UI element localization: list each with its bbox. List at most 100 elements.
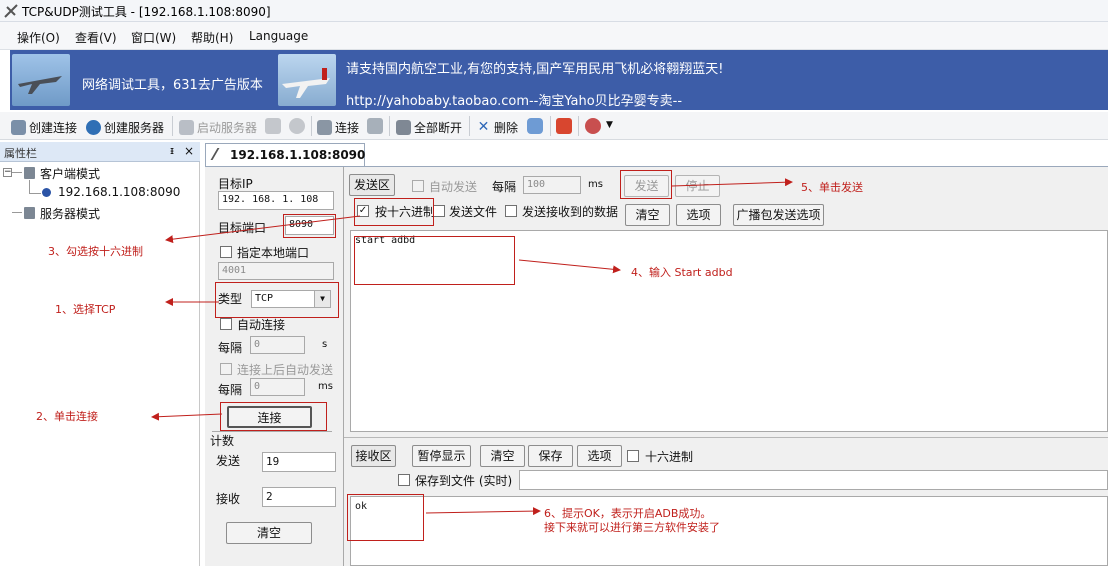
send-interval-unit: ms <box>588 179 603 190</box>
counter-clear-button[interactable]: 清空 <box>226 522 312 544</box>
recv-save-button[interactable]: 保存 <box>528 445 573 467</box>
local-port-checkbox[interactable] <box>220 246 232 258</box>
close-circle-icon[interactable] <box>289 118 305 134</box>
auto-send-after-connect-label: 连接上后自动发送 <box>237 363 334 377</box>
broadcast-options-button[interactable]: 广播包发送选项 <box>733 204 824 226</box>
pin-icon[interactable]: ᵻ <box>170 144 174 157</box>
send-clear-button[interactable]: 清空 <box>625 204 670 226</box>
tab-connection[interactable]: 192.168.1.108:8090 <box>205 143 365 166</box>
menu-bar: 操作(O) 查看(V) 窗口(W) 帮助(H) Language <box>0 22 1108 50</box>
ad-banner[interactable]: 网络调试工具，631去广告版本 请支持国内航空工业,有您的支持,国产军用民用飞机… <box>10 50 1108 110</box>
delete-icon: ✕ <box>477 119 490 135</box>
recv-hex-label: 十六进制 <box>645 450 694 464</box>
server-icon <box>179 120 194 135</box>
local-port-label: 指定本地端口 <box>237 246 310 260</box>
menu-view[interactable]: 查看(V) <box>75 29 117 46</box>
close-icon[interactable]: × <box>184 144 194 158</box>
tools-icon[interactable] <box>585 118 601 134</box>
disconnect-all-button[interactable]: 全部断开 <box>396 119 462 136</box>
target-ip-input[interactable]: 192. 168. 1. 108 <box>218 191 334 210</box>
save-file-path-input[interactable] <box>519 470 1108 490</box>
connect-toolbar-label: 连接 <box>335 121 360 135</box>
property-pane-header: 属性栏 ᵻ × <box>0 142 200 162</box>
recv-area-label: 接收区 <box>351 445 396 467</box>
recv-options-button[interactable]: 选项 <box>577 445 622 467</box>
globe-icon <box>86 120 101 135</box>
toolbar: 创建连接 创建服务器 启动服务器 连接 全部断开 ✕ 删除 ▼ <box>0 112 1108 140</box>
send-interval-label: 每隔 <box>492 180 517 194</box>
send-options-button[interactable]: 选项 <box>676 204 721 226</box>
connection-icon <box>11 120 26 135</box>
options-icon[interactable] <box>527 118 543 134</box>
target-ip-label: 目标IP <box>218 177 253 191</box>
interval-unit-s: s <box>322 339 328 350</box>
start-server-button[interactable]: 启动服务器 <box>179 119 257 136</box>
toolbar-separator <box>389 116 390 136</box>
recv-clear-button[interactable]: 清空 <box>480 445 525 467</box>
stop-icon[interactable] <box>556 118 572 134</box>
toolbar-separator <box>469 116 470 136</box>
interval-unit-ms: ms <box>318 381 333 392</box>
annotation-step4: 4、输入 Start adbd <box>631 266 733 279</box>
send-recv-splitter[interactable] <box>344 437 1108 438</box>
send-received-label: 发送接收到的数据 <box>522 205 619 219</box>
connection-tab-icon <box>210 148 230 160</box>
stop-button[interactable]: 停止 <box>675 175 720 197</box>
annotation-step5: 5、单击发送 <box>801 181 863 194</box>
annotation-step1: 1、选择TCP <box>55 303 116 316</box>
save-to-file-checkbox[interactable] <box>398 474 410 486</box>
menu-language[interactable]: Language <box>249 29 308 43</box>
recv-count-label: 接收 <box>216 492 241 506</box>
title-bar: TCP&UDP测试工具 - [192.168.1.108:8090] <box>0 0 1108 22</box>
interval-label: 每隔 <box>218 341 243 355</box>
tree-line <box>29 193 41 194</box>
window-title: TCP&UDP测试工具 - [192.168.1.108:8090] <box>22 5 271 19</box>
connect-toolbar-button[interactable]: 连接 <box>317 119 359 136</box>
collapse-icon[interactable]: − <box>3 168 12 177</box>
tab-connection-label: 192.168.1.108:8090 <box>230 148 366 162</box>
menu-operate[interactable]: 操作(O) <box>17 29 60 46</box>
computer-icon <box>24 167 35 179</box>
send-count-value: 19 <box>262 452 336 472</box>
delete-button[interactable]: ✕ 删除 <box>476 119 518 136</box>
send-file-checkbox[interactable] <box>433 205 445 217</box>
auto-connect-interval-input[interactable]: 0 <box>250 336 305 354</box>
local-port-input[interactable]: 4001 <box>218 262 334 280</box>
send-file-label: 发送文件 <box>449 205 498 219</box>
toolbar-overflow-icon[interactable]: ▼ <box>606 120 613 130</box>
send-received-checkbox[interactable] <box>505 205 517 217</box>
splitter[interactable] <box>343 167 344 566</box>
auto-send-label: 自动发送 <box>429 180 478 194</box>
pause-display-button[interactable]: 暂停显示 <box>412 445 471 467</box>
tree-connection-item[interactable]: 192.168.1.108:8090 <box>58 185 180 199</box>
recv-textarea: ok <box>350 496 1108 566</box>
tab-strip: 192.168.1.108:8090 <box>205 142 1108 166</box>
save-to-file-label: 保存到文件 (实时) <box>415 474 513 488</box>
tree-client-mode[interactable]: 客户端模式 <box>40 165 100 182</box>
menu-help[interactable]: 帮助(H) <box>191 29 233 46</box>
send-area-label: 发送区 <box>349 174 395 196</box>
toolbar-separator <box>550 116 551 136</box>
auto-send-after-connect-checkbox[interactable] <box>220 363 232 375</box>
tree-server-mode[interactable]: 服务器模式 <box>40 205 100 222</box>
stop-server-icon[interactable] <box>265 118 281 134</box>
recv-count-value: 2 <box>262 487 336 507</box>
banner-left-text: 网络调试工具，631去广告版本 <box>82 78 263 93</box>
disconnect-all-label: 全部断开 <box>414 121 463 135</box>
toolbar-separator <box>578 116 579 136</box>
auto-send-interval-input[interactable]: 0 <box>250 378 305 396</box>
auto-send-checkbox[interactable] <box>412 180 424 192</box>
auto-connect-checkbox[interactable] <box>220 318 232 330</box>
send-interval-input[interactable]: 100 <box>523 176 581 194</box>
interval2-label: 每隔 <box>218 383 243 397</box>
target-port-label: 目标端口 <box>218 221 267 235</box>
menu-window[interactable]: 窗口(W) <box>131 29 176 46</box>
create-connection-button[interactable]: 创建连接 <box>11 119 77 136</box>
tree-line <box>29 180 30 194</box>
banner-right-line2: http://yahobaby.taobao.com--淘宝Yaho贝比孕婴专卖… <box>346 94 683 109</box>
create-server-button[interactable]: 创建服务器 <box>86 119 164 136</box>
disconnect-icon[interactable] <box>367 118 383 134</box>
annotation-step3: 3、勾选按十六进制 <box>48 245 143 258</box>
recv-hex-checkbox[interactable] <box>627 450 639 462</box>
disconnect-all-icon <box>396 120 411 135</box>
